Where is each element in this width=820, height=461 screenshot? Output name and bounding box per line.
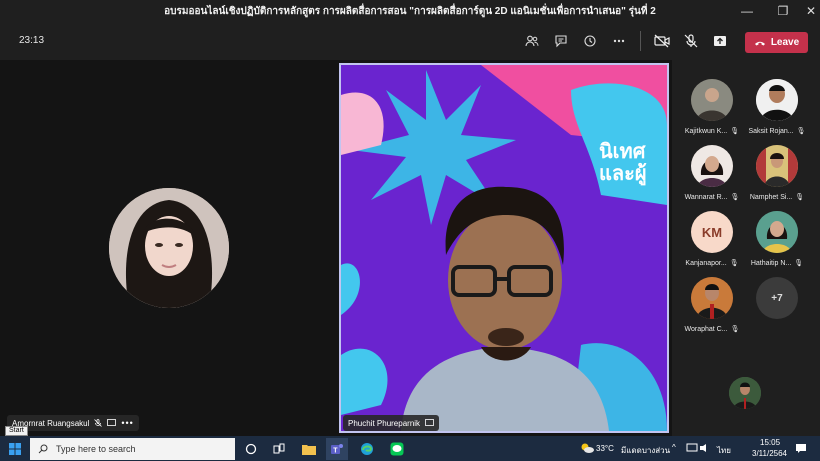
cortana-icon[interactable] <box>240 438 262 460</box>
title-bar: อบรมออนไลน์เชิงปฏิบัติการหลักสูตร การผลิ… <box>0 0 820 22</box>
mic-off-icon: 🎙 <box>730 194 740 201</box>
meeting-toolbar: 23:13 Leave <box>0 22 820 60</box>
participant-name: Kanjanapor... <box>685 259 727 267</box>
mic-off-icon: 🎙 <box>796 128 806 135</box>
participant-name: Saksit Rojan... <box>748 127 794 135</box>
minimize-button[interactable]: — <box>733 0 761 22</box>
self-view-avatar[interactable] <box>729 377 761 409</box>
search-placeholder: Type here to search <box>56 444 136 454</box>
toolbar-divider <box>640 31 641 51</box>
more-options-icon[interactable]: ••• <box>121 418 133 428</box>
slide-text-line1: นิเทศ <box>599 141 646 163</box>
speaker-name: Phuchit Phureparnik <box>348 418 421 428</box>
input-language[interactable]: ไทย <box>717 444 731 457</box>
participant-photo <box>756 145 798 187</box>
participant-name: Woraphat C... <box>684 325 728 333</box>
more-participants-count: +7 <box>756 277 798 319</box>
participant-photo <box>756 79 798 121</box>
participant-name: Wannarat R... <box>684 193 728 201</box>
weather-icon[interactable] <box>576 437 598 459</box>
clock-time[interactable]: 15:05 <box>760 438 780 447</box>
chat-icon[interactable] <box>552 32 570 50</box>
window-title: อบรมออนไลน์เชิงปฏิบัติการหลักสูตร การผลิ… <box>164 5 656 17</box>
camera-off-icon[interactable] <box>653 32 671 50</box>
participant-name: Namphet Si... <box>749 193 793 201</box>
close-button[interactable]: ✕ <box>797 0 820 22</box>
slide-text-line2: และผู้ <box>599 163 647 185</box>
participant-photo <box>691 79 733 121</box>
clock-date[interactable]: 3/11/2564 <box>752 449 787 458</box>
maximize-button[interactable]: ❐ <box>769 0 797 22</box>
speaker-name-pill: Phuchit Phureparnik <box>343 415 440 431</box>
notifications-icon[interactable] <box>790 437 812 459</box>
mic-off-icon: 🎙 <box>729 260 739 267</box>
mic-off-icon <box>94 419 103 427</box>
gallery-participant[interactable]: KM Kanjanapor... 🎙 <box>677 211 747 267</box>
leave-button[interactable]: Leave <box>745 32 808 53</box>
reactions-icon[interactable] <box>581 32 599 50</box>
participant-name: Kajitkwun K... <box>684 127 728 135</box>
leave-label: Leave <box>770 37 800 48</box>
main-speaker-video[interactable]: นิเทศ และผู้ <box>339 63 669 433</box>
edge-icon[interactable] <box>356 438 378 460</box>
gallery-participant[interactable]: Namphet Si... 🎙 <box>742 145 812 201</box>
share-icon[interactable] <box>711 32 729 50</box>
participant-photo <box>691 277 733 319</box>
participants-icon[interactable] <box>523 32 541 50</box>
participant-photo <box>756 211 798 253</box>
tray-chevron-icon[interactable]: ^ <box>672 443 676 452</box>
meeting-timer: 23:13 <box>19 35 45 46</box>
participant-name: Hathaitip N... <box>750 259 792 267</box>
participant-photo <box>691 145 733 187</box>
gallery-participant[interactable]: Saksit Rojan... 🎙 <box>742 79 812 135</box>
mic-off-icon: 🎙 <box>795 194 805 201</box>
participant-avatar <box>109 188 229 308</box>
start-tooltip: Start <box>5 426 28 436</box>
phone-hangup-icon <box>754 41 765 45</box>
line-app-icon[interactable] <box>386 438 408 460</box>
taskbar-search-box[interactable]: Type here to search <box>30 438 235 460</box>
gallery-participant[interactable]: Woraphat C... 🎙 <box>677 277 747 333</box>
windows-start-icon[interactable] <box>4 438 26 460</box>
screen-share-icon <box>425 419 434 426</box>
participant-avatar-initials: KM <box>691 211 733 253</box>
mic-off-icon[interactable] <box>682 32 700 50</box>
gallery-participant[interactable]: Wannarat R... 🎙 <box>677 145 747 201</box>
weather-temp: 33°C <box>596 444 614 453</box>
teams-icon[interactable]: T <box>326 438 348 460</box>
mic-off-icon: 🎙 <box>794 260 804 267</box>
weather-description: มีแดดบางส่วน <box>621 446 671 455</box>
mic-off-icon: 🎙 <box>730 128 740 135</box>
avatar-initials: KM <box>701 224 723 240</box>
search-icon <box>38 444 48 454</box>
mic-off-icon: 🎙 <box>730 326 740 333</box>
more-participants-button[interactable]: +7 <box>742 277 812 319</box>
volume-icon[interactable] <box>694 437 716 459</box>
more-icon[interactable] <box>610 32 628 50</box>
svg-text:T: T <box>333 448 338 455</box>
screen-share-icon <box>107 419 117 426</box>
gallery-participant[interactable]: Hathaitip N... 🎙 <box>742 211 812 267</box>
file-explorer-icon[interactable] <box>298 438 320 460</box>
task-view-icon[interactable] <box>268 438 290 460</box>
gallery-participant[interactable]: Kajitkwun K... 🎙 <box>677 79 747 135</box>
